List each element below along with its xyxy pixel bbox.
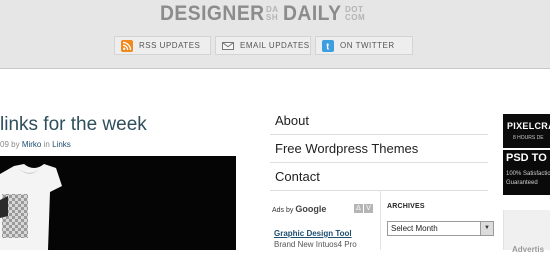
nav-contact[interactable]: Contact — [270, 164, 488, 191]
email-updates-label: EMAIL UPDATES — [240, 41, 310, 50]
ad-title-link[interactable]: Graphic Design Tool — [274, 229, 352, 238]
ads-by-google[interactable]: Ads by Google — [272, 204, 326, 214]
tshirt-image — [0, 164, 62, 250]
twitter-icon: t — [322, 40, 334, 52]
post-meta: 09 by Mirko in Links — [0, 140, 71, 149]
ads-by-text: Ads by — [272, 207, 294, 214]
post-title[interactable]: links for the week — [0, 114, 147, 136]
rss-updates-button[interactable]: RSS UPDATES — [114, 36, 211, 55]
ads-nav: ΔV — [354, 204, 374, 213]
envelope-icon — [222, 42, 234, 50]
archives-heading: ARCHIVES — [387, 203, 425, 210]
site-logo[interactable]: DESIGNER DA SH DAILY DOT COM — [160, 3, 390, 25]
post-date-fragment: 09 — [0, 140, 9, 149]
email-updates-button[interactable]: EMAIL UPDATES — [215, 36, 311, 55]
post-category-link[interactable]: Links — [52, 140, 71, 149]
logo-word-designer: DESIGNER — [160, 2, 265, 25]
nav-free-wordpress-themes[interactable]: Free Wordpress Themes — [270, 136, 488, 163]
psd-banner-title: PSD TO X — [506, 152, 550, 164]
svg-text:t: t — [326, 41, 330, 51]
post-in-text: in — [43, 140, 50, 149]
pixelcrafter-title: PIXELCRA — [507, 121, 550, 131]
ads-prev-button[interactable]: Δ — [354, 204, 363, 213]
nav-about[interactable]: About — [270, 108, 488, 135]
site-header: DESIGNER DA SH DAILY DOT COM RSS UPDATES… — [0, 0, 550, 69]
post-author-link[interactable]: Mirko — [22, 140, 42, 149]
pixelcrafter-subtitle: 8 HOURS DE — [513, 135, 544, 141]
psd-banner-line3: Guaranteed — [506, 180, 538, 186]
chevron-down-icon: ▼ — [480, 222, 493, 235]
post-featured-image[interactable] — [0, 156, 236, 250]
pixelcrafter-banner[interactable]: PIXELCRA 8 HOURS DE — [503, 114, 550, 148]
ad-description: Brand New Intuos4 Pro — [274, 240, 357, 249]
psd-to-xhtml-banner[interactable]: PSD TO X 100% Satisfactio Guaranteed — [503, 150, 550, 195]
post-by-text: by — [11, 140, 20, 149]
rss-updates-label: RSS UPDATES — [139, 41, 201, 50]
ads-next-button[interactable]: V — [364, 204, 373, 213]
twitter-button[interactable]: t ON TWITTER — [315, 36, 413, 55]
column-divider — [380, 190, 381, 250]
logo-word-daily: DAILY — [283, 2, 342, 25]
rss-icon — [121, 40, 133, 52]
archives-selected-value: Select Month — [391, 224, 438, 233]
logo-small-dotcom: DOT COM — [345, 5, 366, 22]
archives-month-select[interactable]: Select Month ▼ — [387, 221, 494, 236]
advertise-box[interactable]: Advertis — [503, 210, 550, 254]
psd-banner-line2: 100% Satisfactio — [506, 171, 550, 177]
twitter-label: ON TWITTER — [340, 41, 395, 50]
google-logo-text: Google — [295, 204, 327, 214]
